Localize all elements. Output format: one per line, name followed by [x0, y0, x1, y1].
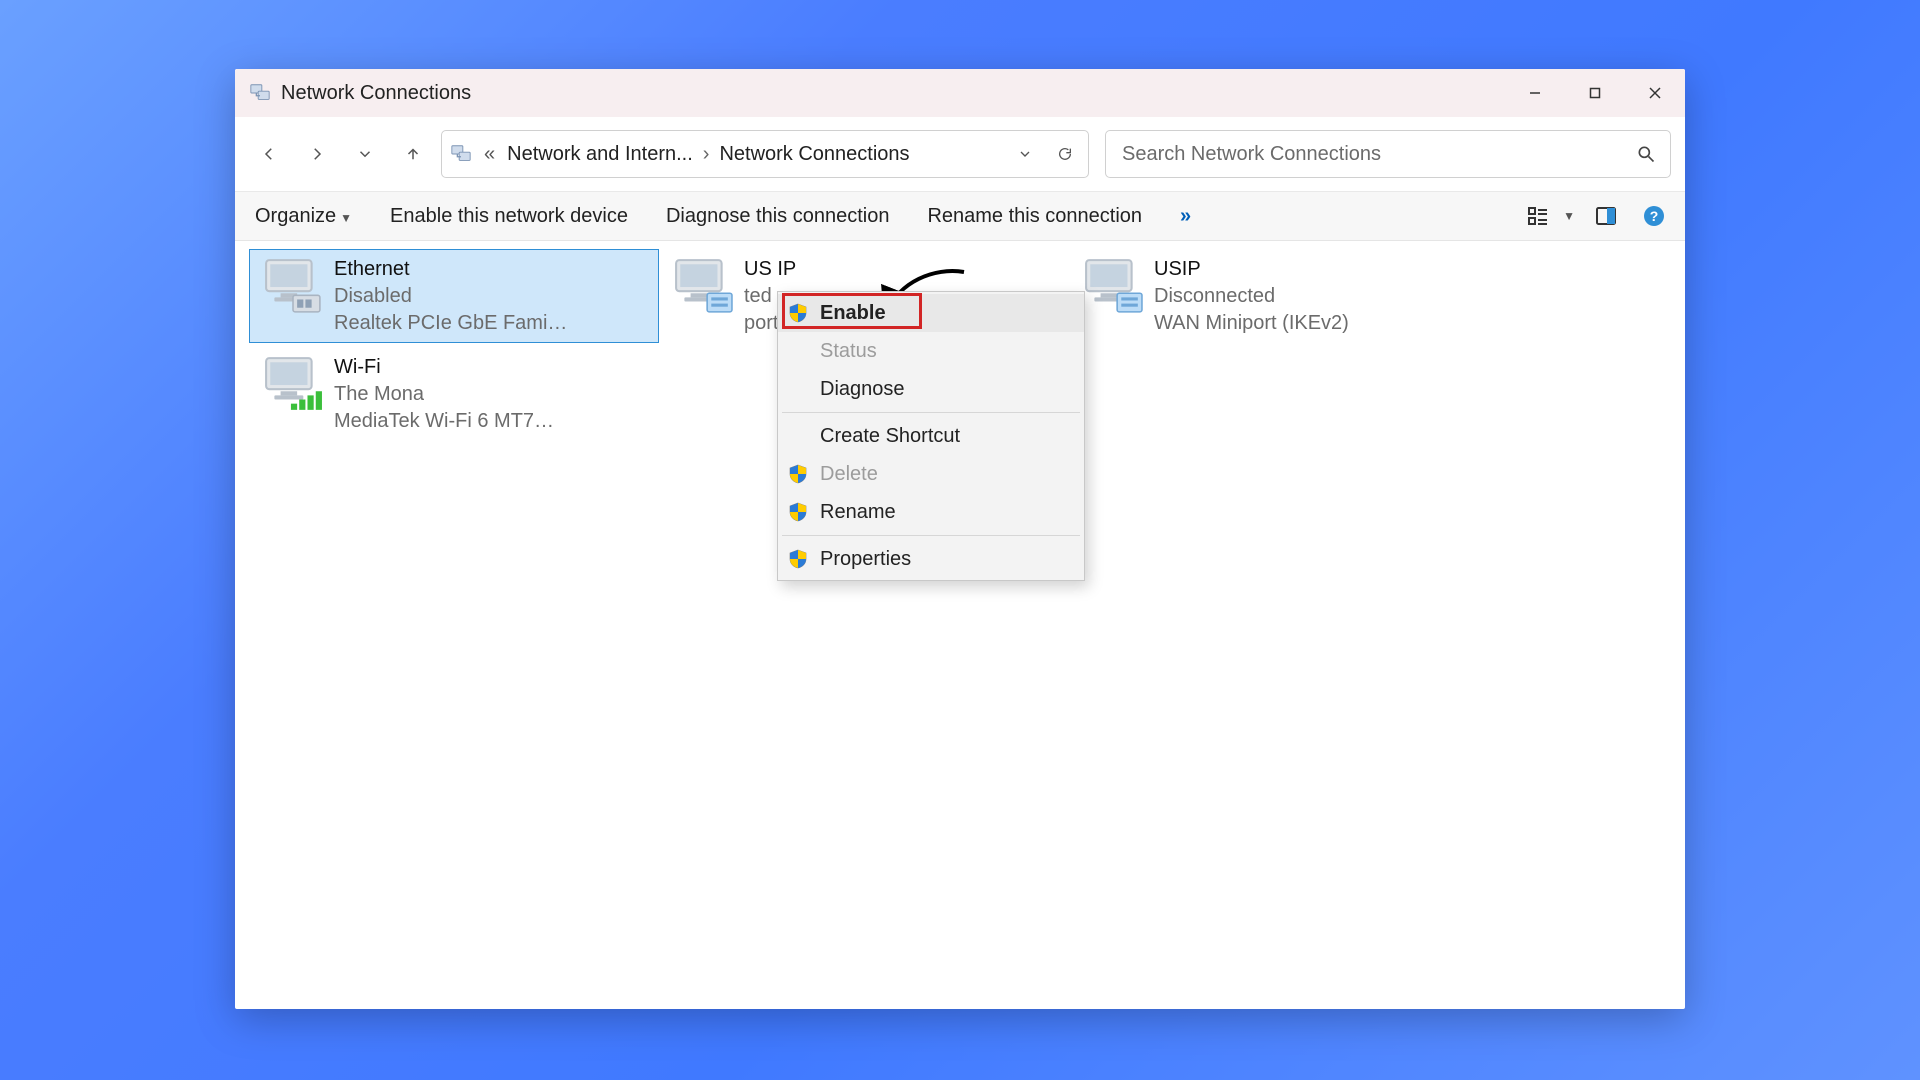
shield-icon	[788, 549, 808, 569]
maximize-button[interactable]	[1565, 69, 1625, 117]
ctx-label: Create Shortcut	[820, 425, 1070, 448]
command-bar: Organize▼ Enable this network device Dia…	[235, 191, 1685, 241]
toolbar-right: ▼	[1521, 199, 1671, 233]
vpn-icon	[668, 256, 738, 316]
adapter-name: USIP	[1154, 256, 1349, 283]
up-button[interactable]	[393, 134, 433, 174]
address-history-button[interactable]	[1010, 139, 1040, 169]
ctx-label: Properties	[820, 548, 1070, 571]
address-icon	[450, 143, 472, 165]
adapter-name: Ethernet	[334, 256, 567, 283]
ctx-create-shortcut[interactable]: Create Shortcut	[778, 417, 1084, 455]
ctx-label: Diagnose	[820, 378, 1070, 401]
ctx-rename[interactable]: Rename	[778, 493, 1084, 531]
vpn-icon	[1078, 256, 1148, 316]
menu-separator	[782, 412, 1080, 413]
search-bar[interactable]	[1105, 130, 1671, 178]
address-bar[interactable]: « Network and Intern... › Network Connec…	[441, 130, 1089, 178]
search-input[interactable]	[1120, 142, 1636, 167]
chevron-right-icon: ›	[703, 143, 710, 166]
adapter-status: Disabled	[334, 283, 567, 310]
toolbar-overflow-button[interactable]: »	[1174, 201, 1197, 232]
ctx-label: Delete	[820, 463, 1070, 486]
shield-icon	[788, 502, 808, 522]
window-title: Network Connections	[281, 82, 471, 105]
adapter-name: US IP	[744, 256, 851, 283]
chevron-down-icon[interactable]: ▼	[1563, 209, 1575, 223]
shield-icon	[788, 303, 808, 323]
ctx-label: Enable	[820, 302, 1070, 325]
menu-separator	[782, 535, 1080, 536]
search-icon[interactable]	[1636, 144, 1656, 164]
nav-row: « Network and Intern... › Network Connec…	[235, 117, 1685, 191]
rename-connection-button[interactable]: Rename this connection	[921, 201, 1148, 232]
breadcrumb-current[interactable]: Network Connections	[719, 143, 909, 166]
breadcrumb-parent[interactable]: Network and Intern...	[507, 143, 693, 166]
breadcrumb-overflow-icon[interactable]: «	[482, 143, 497, 166]
app-icon	[249, 82, 271, 104]
adapter-usip-2[interactable]: USIP Disconnected WAN Miniport (IKEv2)	[1069, 249, 1479, 343]
help-button[interactable]	[1637, 199, 1671, 233]
recent-locations-button[interactable]	[345, 134, 385, 174]
wifi-icon	[258, 354, 328, 414]
enable-device-button[interactable]: Enable this network device	[384, 201, 634, 232]
adapter-detail: WAN Miniport (IKEv2)	[1154, 310, 1349, 337]
adapter-detail: MediaTek Wi-Fi 6 MT7…	[334, 408, 554, 435]
window: Network Connections	[235, 69, 1685, 1009]
refresh-button[interactable]	[1050, 139, 1080, 169]
minimize-button[interactable]	[1505, 69, 1565, 117]
ctx-enable[interactable]: Enable	[778, 294, 1084, 332]
ctx-status: Status	[778, 332, 1084, 370]
back-button[interactable]	[249, 134, 289, 174]
adapter-status: The Mona	[334, 381, 554, 408]
forward-button[interactable]	[297, 134, 337, 174]
shield-icon	[788, 464, 808, 484]
preview-pane-button[interactable]	[1589, 199, 1623, 233]
diagnose-connection-button[interactable]: Diagnose this connection	[660, 201, 895, 232]
ethernet-icon	[258, 256, 328, 316]
adapter-name: Wi-Fi	[334, 354, 554, 381]
organize-menu[interactable]: Organize▼	[249, 201, 358, 232]
context-menu: Enable Status Diagnose Create Shortcut D…	[777, 291, 1085, 581]
organize-label: Organize	[255, 205, 336, 227]
titlebar: Network Connections	[235, 69, 1685, 117]
close-button[interactable]	[1625, 69, 1685, 117]
adapter-status: Disconnected	[1154, 283, 1349, 310]
ctx-label: Status	[820, 340, 1070, 363]
adapter-wifi[interactable]: Wi-Fi The Mona MediaTek Wi-Fi 6 MT7…	[249, 347, 659, 441]
ctx-delete: Delete	[778, 455, 1084, 493]
ctx-properties[interactable]: Properties	[778, 540, 1084, 578]
adapter-ethernet[interactable]: Ethernet Disabled Realtek PCIe GbE Fami…	[249, 249, 659, 343]
adapter-detail: Realtek PCIe GbE Fami…	[334, 310, 567, 337]
ctx-diagnose[interactable]: Diagnose	[778, 370, 1084, 408]
view-options-button[interactable]	[1521, 199, 1555, 233]
ctx-label: Rename	[820, 501, 1070, 524]
window-controls	[1505, 69, 1685, 117]
